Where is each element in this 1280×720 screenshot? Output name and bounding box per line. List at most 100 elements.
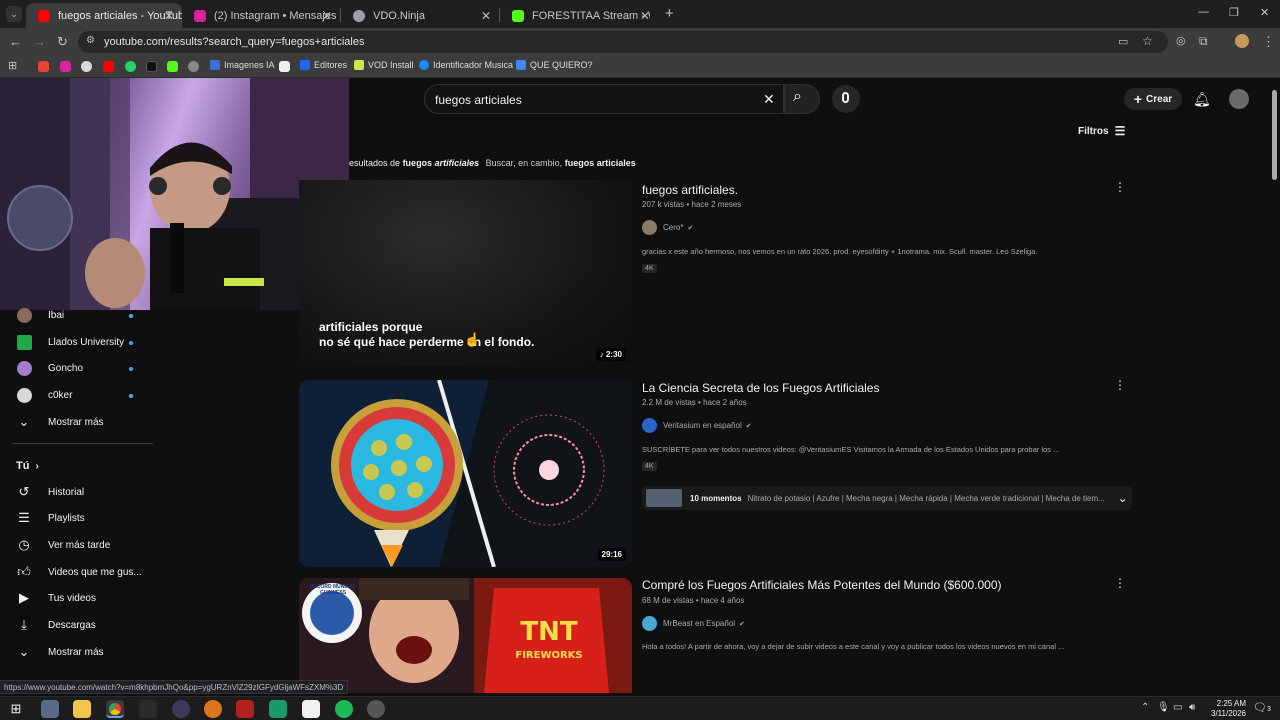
clear-search-icon[interactable]: ✕	[763, 91, 775, 108]
video-title[interactable]: La Ciencia Secreta de los Fuegos Artific…	[642, 381, 879, 395]
close-icon[interactable]: ✕	[322, 9, 332, 23]
minimize-icon[interactable]: —	[1198, 6, 1209, 18]
sidebar-item-liked-videos[interactable]: 👍︎ Videos que me gus...	[16, 562, 142, 582]
extension-icon[interactable]: ◎	[1176, 34, 1186, 47]
tab-title: FORESTITAA Stream - Watch Li...	[532, 9, 650, 22]
more-options-icon[interactable]: ⋮	[1114, 378, 1126, 392]
channel-link[interactable]: Cero* ✔	[642, 220, 693, 235]
tab-youtube[interactable]: fuegos articiales - YouTube ✕	[26, 3, 182, 28]
window-close-icon[interactable]: ✕	[1260, 6, 1269, 19]
youtube-bookmark-icon[interactable]	[103, 61, 114, 72]
notion-bookmark-icon[interactable]	[279, 61, 290, 72]
close-icon[interactable]: ✕	[164, 9, 174, 23]
bookmark-que-quiero[interactable]: QUE QUIERO?	[516, 60, 593, 70]
tab-forestitaa[interactable]: FORESTITAA Stream - Watch Li... ✕	[500, 3, 658, 28]
cast-icon[interactable]: ▭	[1118, 35, 1128, 48]
site-info-icon[interactable]: ⚙	[86, 35, 95, 46]
more-options-icon[interactable]: ⋮	[1114, 180, 1126, 194]
game-icon[interactable]	[236, 700, 254, 718]
address-bar[interactable]: ⚙ youtube.com/results?search_query=fuego…	[78, 31, 1168, 53]
bookmark-vod-install[interactable]: VOD Install	[354, 60, 414, 70]
video-title[interactable]: Compré los Fuegos Artificiales Más Poten…	[642, 578, 1002, 592]
network-icon[interactable]: ▭	[1173, 702, 1182, 713]
app-icon[interactable]	[269, 700, 287, 718]
profile-avatar-icon[interactable]	[1235, 34, 1249, 48]
apps-grid-icon[interactable]: ⊞	[8, 59, 17, 72]
chevron-down-icon[interactable]: ⌄	[1118, 491, 1128, 505]
you-section-header[interactable]: Tú ›	[16, 456, 39, 476]
create-button[interactable]: + Crear	[1124, 88, 1182, 110]
sidebar-item-playlists[interactable]: ☰ Playlists	[16, 508, 85, 528]
tray-chevron-icon[interactable]: ⌃	[1141, 702, 1149, 713]
microphone-tray-icon[interactable]: 🎙︎	[1157, 702, 1170, 713]
windows-start-icon[interactable]: ⊞	[7, 700, 25, 718]
bookmark-label: QUE QUIERO?	[530, 60, 593, 70]
cloud-bookmark-icon[interactable]	[81, 61, 92, 72]
epic-games-icon[interactable]	[139, 700, 157, 718]
gmail-bookmark-icon[interactable]	[38, 61, 49, 72]
channel-link[interactable]: Veritasium en español ✔	[642, 418, 752, 433]
original-query-link[interactable]: fuegos articiales	[565, 158, 636, 168]
voice-search-button[interactable]	[832, 85, 860, 113]
tab-instagram[interactable]: (2) Instagram • Mensajes ✕	[182, 3, 340, 28]
bookmark-identificador-musica[interactable]: Identificador Musica	[419, 60, 513, 70]
video-title[interactable]: fuegos artificiales.	[642, 183, 738, 197]
task-view-icon[interactable]	[41, 700, 59, 718]
corrected-query-link[interactable]: fuegos artificiales	[403, 158, 480, 168]
new-tab-icon[interactable]: +	[665, 5, 674, 22]
filters-button[interactable]: Filtros ☰	[1078, 124, 1125, 138]
sidebar-item-watch-later[interactable]: ◷ Ver más tarde	[16, 535, 110, 555]
veritasium-thumbnail-image	[299, 380, 632, 567]
tab-search-icon[interactable]: ⌄	[6, 6, 22, 22]
spotify-icon[interactable]	[335, 700, 353, 718]
video-thumbnail[interactable]: 29:16	[299, 380, 632, 567]
show-more-subscriptions[interactable]: ⌄ Mostrar más	[16, 412, 104, 432]
sidebar-item-downloads[interactable]: ⤓ Descargas	[16, 615, 96, 635]
chrome-icon[interactable]	[106, 700, 124, 718]
subscription-name: Ibai	[48, 309, 65, 321]
extensions-puzzle-icon[interactable]: ⧉	[1199, 34, 1208, 49]
more-options-icon[interactable]: ⋮	[1114, 576, 1126, 590]
subscription-llados-university[interactable]: Llados University	[16, 332, 124, 352]
app-icon[interactable]	[367, 700, 385, 718]
key-moments-bar[interactable]: 10 momentos Nitrato de potasio | Azufre …	[642, 486, 1132, 510]
reload-icon[interactable]: ↻	[57, 34, 68, 50]
channel-link[interactable]: MrBeast en Español ✔	[642, 616, 745, 631]
obs-icon[interactable]	[172, 700, 190, 718]
show-more-you[interactable]: ⌄ Mostrar más	[16, 642, 104, 662]
volume-icon[interactable]: 🔊︎	[1189, 702, 1195, 713]
close-icon[interactable]: ✕	[640, 9, 650, 23]
notifications-icon[interactable]: 🗨︎3	[1253, 701, 1271, 714]
close-icon[interactable]: ✕	[481, 9, 491, 23]
instagram-bookmark-icon[interactable]	[60, 61, 71, 72]
page-scrollbar[interactable]	[1272, 90, 1277, 180]
sidebar-item-historial[interactable]: ↺ Historial	[16, 482, 85, 502]
back-icon[interactable]: ←	[9, 34, 22, 49]
subscription-goncho[interactable]: Goncho	[16, 358, 83, 378]
tab-vdo-ninja[interactable]: VDO.Ninja ✕	[341, 3, 499, 28]
globe-bookmark-icon[interactable]	[188, 61, 199, 72]
kick-bookmark-icon[interactable]	[167, 61, 178, 72]
video-thumbnail[interactable]: RECORD MUNDIAL GUINNESS TNT FIREWORKS	[299, 578, 632, 693]
search-input[interactable]: fuegos articiales ✕	[424, 84, 784, 114]
bookmark-imagenes-ia[interactable]: Imagenes IA	[210, 60, 275, 70]
sidebar-item-your-videos[interactable]: ▶ Tus videos	[16, 588, 96, 608]
more-menu-icon[interactable]: ⋮	[1262, 34, 1275, 50]
search-button[interactable]: ⌕	[784, 84, 820, 114]
file-explorer-icon[interactable]	[73, 700, 91, 718]
app-icon[interactable]	[204, 700, 222, 718]
subscription-ibai[interactable]: Ibai	[16, 305, 64, 325]
bookmark-star-icon[interactable]: ☆	[1142, 34, 1153, 48]
whatsapp-bookmark-icon[interactable]	[125, 61, 136, 72]
forward-icon[interactable]: →	[33, 34, 46, 49]
account-avatar[interactable]	[1229, 89, 1249, 109]
subscription-c0ker[interactable]: c0ker	[16, 385, 72, 405]
clock[interactable]: 2:25 AM 3/11/2026	[1200, 699, 1246, 719]
tiktok-bookmark-icon[interactable]	[146, 61, 157, 72]
verified-icon: ✔	[739, 620, 745, 628]
bookmark-editores[interactable]: Editores	[300, 60, 347, 70]
restore-icon[interactable]: ❐	[1229, 6, 1239, 19]
view-count: 68 M de vistas	[642, 596, 694, 605]
notifications-bell-icon[interactable]: 🔔︎	[1193, 91, 1211, 108]
capcut-icon[interactable]	[302, 700, 320, 718]
